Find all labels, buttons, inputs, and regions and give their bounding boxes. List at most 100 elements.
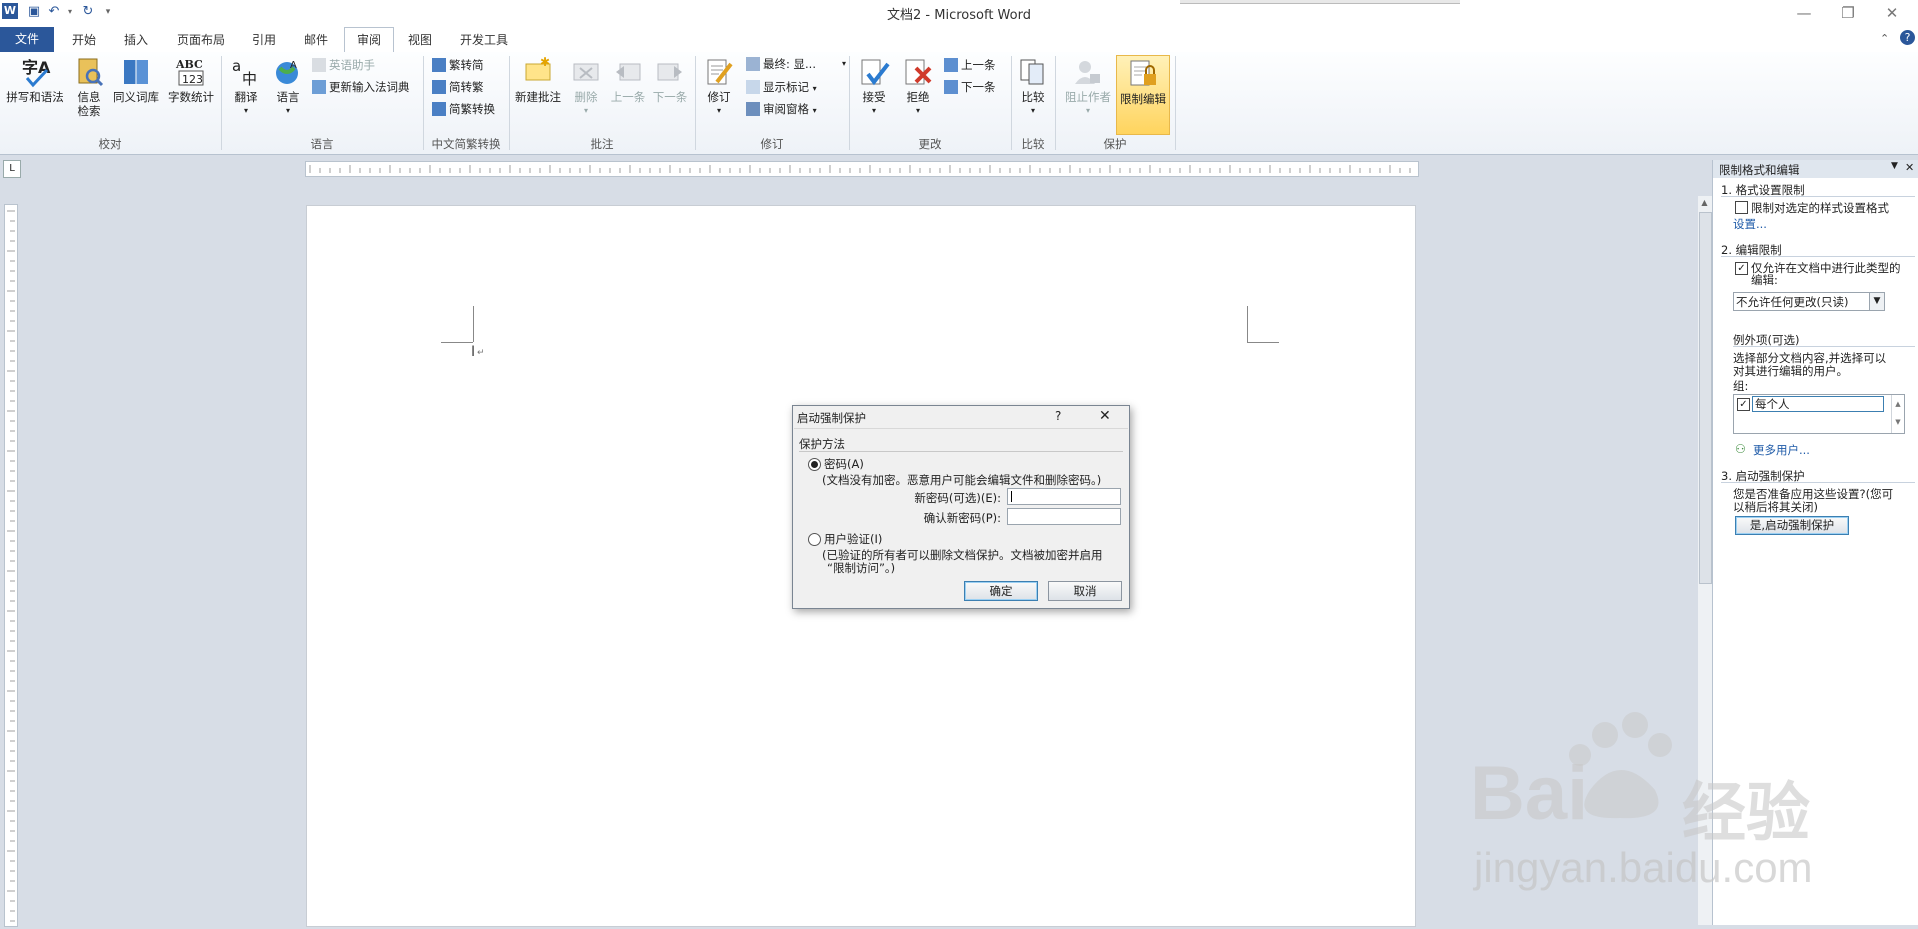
tab-mailings[interactable]: 邮件	[294, 29, 338, 51]
ok-button[interactable]: 确定	[964, 581, 1038, 601]
group-protect-label: 保护	[1103, 137, 1127, 151]
reject-dropdown-icon: ▾	[915, 106, 920, 115]
horizontal-ruler[interactable]	[305, 161, 1419, 177]
to-simplified-button[interactable]: 繁转简	[432, 56, 484, 74]
previous-comment-button[interactable]: 上一条	[608, 56, 648, 104]
chevron-down-icon[interactable]: ▼	[1869, 293, 1884, 310]
user-auth-radio[interactable]	[808, 533, 821, 546]
tab-review[interactable]: 审阅	[344, 27, 394, 53]
group-list[interactable]: ✓ 每个人 ▲ ▼	[1733, 394, 1905, 434]
delete-comment-label: 删除	[574, 90, 598, 104]
editing-type-select[interactable]: 不允许任何更改(只读) ▼	[1733, 292, 1885, 311]
scrollbar-thumb[interactable]	[1699, 212, 1712, 584]
accept-button[interactable]: 接受 ▾	[856, 56, 892, 118]
delete-dropdown-icon: ▾	[583, 106, 588, 115]
to-simplified-label: 繁转简	[449, 58, 484, 72]
new-password-input[interactable]	[1007, 488, 1121, 505]
more-users-icon: ⚇	[1735, 442, 1746, 456]
confirm-password-input[interactable]	[1007, 508, 1121, 525]
tab-page-layout[interactable]: 页面布局	[168, 29, 234, 51]
language-button[interactable]: A 语言 ▾	[268, 56, 308, 118]
english-assistant-button[interactable]: 英语助手	[312, 56, 375, 74]
language-dropdown-icon: ▾	[285, 106, 290, 115]
user-auth-note-line2: “限制访问”。)	[827, 561, 896, 575]
title-bar: W ▣ ↶ ▾ ↻ ▾ 文档2 - Microsoft Word — ❐ ✕	[0, 0, 1918, 26]
word-count-button[interactable]: ABC 123 字数统计	[164, 56, 218, 104]
more-users-link[interactable]: 更多用户...	[1753, 442, 1810, 458]
tab-view[interactable]: 视图	[398, 29, 442, 51]
tab-developer[interactable]: 开发工具	[452, 29, 516, 51]
restore-icon[interactable]: ❐	[1832, 2, 1864, 24]
dialog-help-icon[interactable]: ?	[1055, 409, 1061, 423]
next-change-button[interactable]: 下一条	[944, 78, 996, 96]
group-compare-label: 比较	[1021, 137, 1045, 151]
translate-button[interactable]: a中 翻译 ▾	[226, 56, 266, 118]
display-for-review-select[interactable]: 最终: 显... ▾	[746, 55, 846, 73]
limit-formatting-checkbox[interactable]	[1735, 201, 1748, 214]
start-enforcing-button[interactable]: 是,启动强制保护	[1735, 516, 1849, 535]
vertical-ruler[interactable]	[4, 204, 18, 927]
cancel-button[interactable]: 取消	[1048, 581, 1122, 601]
group-list-scroll-icon[interactable]: ▲ ▼	[1891, 395, 1904, 433]
compare-button[interactable]: 比较 ▾	[1016, 56, 1050, 118]
track-changes-button[interactable]: 修订 ▾	[700, 56, 738, 118]
watermark-brand: Bai	[1470, 751, 1589, 836]
tab-file[interactable]: 文件	[0, 27, 54, 52]
crop-mark	[473, 306, 474, 342]
spelling-grammar-button[interactable]: 字A 拼写和语法	[4, 56, 66, 104]
text-cursor-icon: I	[471, 344, 476, 360]
research-button[interactable]: 信息 检索	[72, 56, 106, 118]
scroll-up-icon[interactable]: ▲	[1699, 198, 1710, 208]
password-radio[interactable]	[808, 458, 821, 471]
document-scrollbar[interactable]: ▲	[1698, 196, 1713, 925]
crop-mark	[441, 342, 473, 343]
close-icon[interactable]: ✕	[1876, 2, 1908, 24]
everyone-checkbox[interactable]: ✓	[1737, 398, 1750, 411]
compare-icon	[1017, 56, 1049, 88]
formatting-settings-link[interactable]: 设置...	[1733, 216, 1767, 232]
previous-change-label: 上一条	[961, 58, 996, 72]
help-icon[interactable]: ?	[1900, 30, 1915, 45]
reject-label: 拒绝	[906, 90, 930, 104]
previous-change-button[interactable]: 上一条	[944, 56, 996, 74]
minimize-icon[interactable]: —	[1788, 2, 1820, 24]
pane-close-icon[interactable]: ✕	[1905, 161, 1914, 174]
delete-comment-button[interactable]: 删除 ▾	[568, 56, 604, 118]
dialog-close-icon[interactable]: ✕	[1099, 408, 1111, 424]
vertical-ruler-ticks	[7, 210, 15, 922]
previous-comment-icon	[612, 56, 644, 88]
svg-text:中: 中	[242, 70, 257, 88]
collapse-ribbon-icon[interactable]: ⌃	[1880, 32, 1889, 45]
research-icon	[73, 56, 105, 88]
to-traditional-button[interactable]: 简转繁	[432, 78, 484, 96]
reviewing-pane-button[interactable]: 审阅窗格 ▾	[746, 100, 817, 118]
tab-home[interactable]: 开始	[62, 29, 106, 51]
pane-menu-icon[interactable]: ▼	[1891, 161, 1898, 171]
track-changes-label: 修订	[707, 90, 731, 104]
show-markup-button[interactable]: 显示标记 ▾	[746, 78, 817, 96]
new-comment-button[interactable]: ✱ 新建批注	[512, 55, 564, 104]
thesaurus-button[interactable]: 同义词库	[110, 56, 162, 104]
group-tracking-label: 修订	[760, 137, 784, 151]
next-change-icon	[944, 80, 958, 94]
show-markup-icon	[746, 80, 760, 94]
word-count-icon: ABC 123	[175, 56, 207, 88]
reject-button[interactable]: 拒绝 ▾	[900, 56, 936, 118]
spelling-icon: 字A	[19, 56, 51, 88]
dialog-title: 启动强制保护	[797, 411, 866, 425]
window-title: 文档2 - Microsoft Word	[887, 8, 1031, 23]
block-authors-button[interactable]: 阻止作者 ▾	[1062, 56, 1114, 118]
allow-editing-type-checkbox[interactable]: ✓	[1735, 262, 1748, 275]
chinese-convert-button[interactable]: 简繁转换	[432, 100, 495, 118]
everyone-item[interactable]: 每个人	[1752, 396, 1884, 412]
tab-selector[interactable]: L	[3, 160, 21, 178]
restrict-editing-button[interactable]: 限制编辑	[1116, 55, 1170, 135]
next-comment-button[interactable]: 下一条	[650, 56, 690, 104]
tab-insert[interactable]: 插入	[114, 29, 158, 51]
update-ime-dictionary-button[interactable]: 更新输入法词典	[312, 78, 410, 96]
tab-references[interactable]: 引用	[242, 29, 286, 51]
group-chinese-label: 中文简繁转换	[431, 137, 501, 151]
next-comment-icon	[654, 56, 686, 88]
translate-label: 翻译	[234, 90, 258, 104]
ribbon-tabs: 文件 开始 插入 页面布局 引用 邮件 审阅 视图 开发工具 ⌃ ?	[0, 26, 1918, 53]
